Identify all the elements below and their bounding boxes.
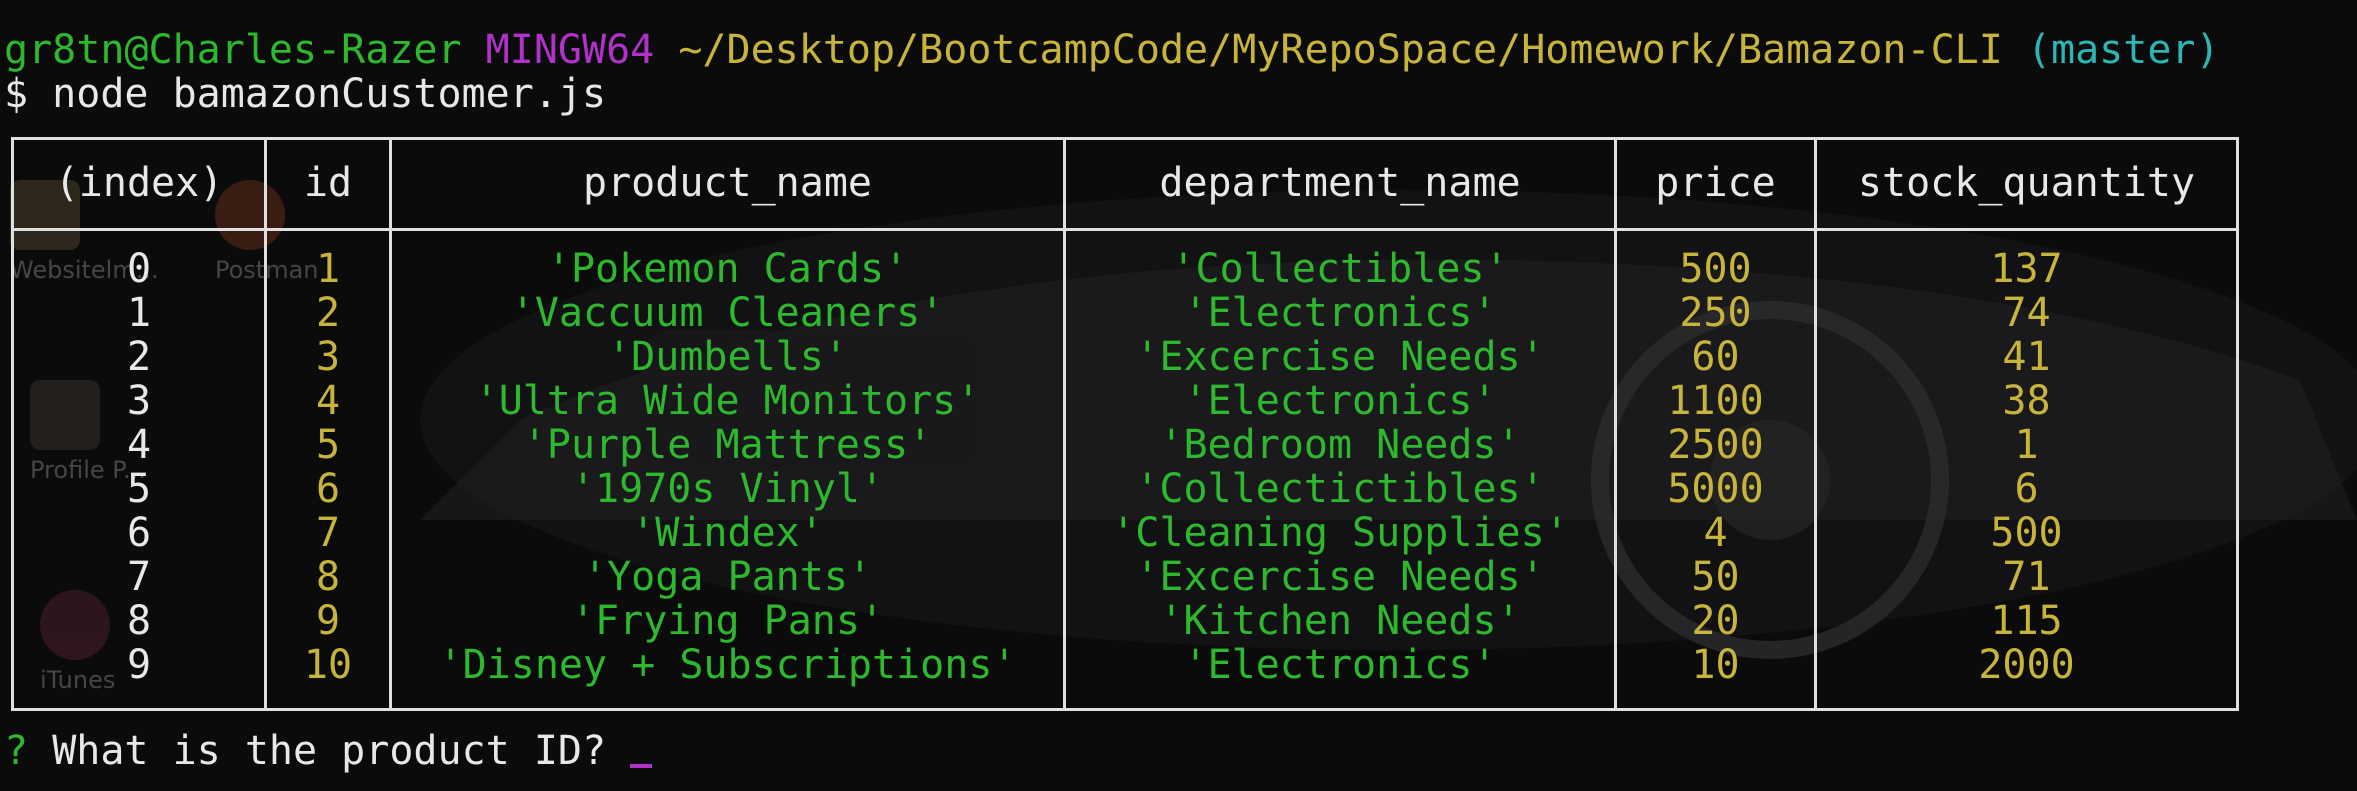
table-cell: 10 [303,642,353,688]
table-cell: 'Collectibles' [1171,246,1509,292]
table-cell: 'Pokemon Cards' [546,246,909,292]
table-cell: 115 [1990,598,2063,644]
table-cell: 4 [1703,510,1728,556]
table-cell: 9 [126,642,152,688]
table-cell: 'Electronics' [1183,290,1497,336]
table-cell: 4 [315,378,341,424]
table-cell: '1970s Vinyl' [570,466,885,512]
table-cell: 5 [126,466,152,512]
table-cell: 2 [315,290,341,336]
table-cell: 3 [126,378,152,424]
table-cell: 137 [1990,246,2063,292]
cells-stock-quantity: 137 74 41 38 1 6 500 71 115 2000 [1817,247,2236,687]
table-cell: 3 [315,334,341,380]
table-cell: 'Electronics' [1183,642,1497,688]
table-cell: 8 [315,554,341,600]
cells-index: 0123456789 [14,247,264,687]
command-line: $ node bamazonCustomer.js [4,71,607,117]
header-price: price [1655,160,1776,206]
table-cell: 'Frying Pans' [570,598,885,644]
table-cell: 500 [1990,510,2063,556]
table-cell: 4 [126,422,152,468]
table-cell: 60 [1691,334,1740,380]
table-cell: 500 [1679,246,1752,292]
cells-department-name: 'Collectibles' 'Electronics' 'Excercise Ne… [1066,247,1614,687]
table-cell: 38 [2002,378,2051,424]
table-cell: 'Excercise Needs' [1135,334,1545,380]
table-cell: 1100 [1667,378,1764,424]
table-cell: 2 [126,334,152,380]
table-cell: 'Cleaning Supplies' [1111,510,1569,556]
header-stock-quantity: stock_quantity [1857,160,2196,206]
table-cell: 7 [126,554,152,600]
table-cell: 'Kitchen Needs' [1159,598,1521,644]
header-product-name: product_name [583,160,872,206]
table-cell: 'Bedroom Needs' [1159,422,1521,468]
terminal-window[interactable]: Websitelm... Postman Profile P... iTunes… [0,0,2357,791]
table-cell: 'Vaccuum Cleaners' [510,290,945,336]
table-cell: 'Collectictibles' [1135,466,1545,512]
table-cell: 0 [126,246,152,292]
table-cell: 'Electronics' [1183,378,1497,424]
column-price: price 500 250 60 1100 2500 5000 4 50 20 10 [1617,140,1814,708]
table-cell: 'Dumbells' [607,334,848,380]
console-table: (index) 0123456789 id 1 2 3 4 5 6 7 8 9 10 produc… [11,137,2239,711]
question-text: What is the product ID? [52,728,607,774]
header-department-name: department_name [1159,160,1521,206]
table-cell: 'Yoga Pants' [583,554,872,600]
cells-price: 500 250 60 1100 2500 5000 4 50 20 10 [1617,247,1814,687]
column-stock-quantity: stock_quantity 137 74 41 38 1 6 500 71 115 2000 [1817,140,2236,708]
text-cursor[interactable] [630,734,653,768]
table-cell: 'Excercise Needs' [1135,554,1545,600]
table-cell: 6 [2014,466,2039,512]
table-cell: 6 [315,466,341,512]
table-cell: 'Disney + Subscriptions' [438,642,1017,688]
column-id: id 1 2 3 4 5 6 7 8 9 10 [267,140,389,708]
table-cell: 9 [315,598,341,644]
table-cell: 10 [1691,642,1740,688]
table-cell: 'Purple Mattress' [522,422,933,468]
column-index: (index) 0123456789 [14,140,264,708]
table-cell: 2000 [1978,642,2075,688]
table-cell: 7 [315,510,341,556]
table-cell: 5 [315,422,341,468]
question-marker: ? [4,728,29,774]
table-cell: 'Ultra Wide Monitors' [474,378,981,424]
table-cell: 1 [315,246,341,292]
table-cell: 1 [2014,422,2039,468]
cells-product-name: 'Pokemon Cards' 'Vaccuum Cleaners' 'Dumbel… [392,247,1063,687]
shell-prompt-line: gr8tn@Charles-Razer MINGW64 ~/Desktop/Bo… [4,27,2220,73]
table-cell: 'Windex' [631,510,824,556]
table-cell: 20 [1691,598,1740,644]
table-cell: 71 [2002,554,2051,600]
table-cell: 1 [126,290,152,336]
table-cell: 74 [2002,290,2051,336]
table-cell: 50 [1691,554,1740,600]
cells-id: 1 2 3 4 5 6 7 8 9 10 [267,247,389,687]
table-cell: 250 [1679,290,1752,336]
column-product-name: product_name 'Pokemon Cards' 'Vaccuum Cle… [392,140,1063,708]
prompt-env: MINGW64 [485,27,655,73]
header-id: id [303,160,353,206]
header-index: (index) [54,160,224,206]
table-cell: 6 [126,510,152,556]
prompt-path: ~/Desktop/BootcampCode/MyRepoSpace/Homew… [678,27,2003,73]
prompt-user-host: gr8tn@Charles-Razer [4,27,462,73]
table-cell: 2500 [1667,422,1764,468]
column-department-name: department_name 'Collectibles' 'Electroni… [1066,140,1614,708]
table-cell: 5000 [1667,466,1764,512]
prompt-git-branch: (master) [2026,27,2220,73]
table-cell: 41 [2002,334,2051,380]
table-cell: 8 [126,598,152,644]
question-prompt-line[interactable]: ? What is the product ID? [4,728,653,774]
